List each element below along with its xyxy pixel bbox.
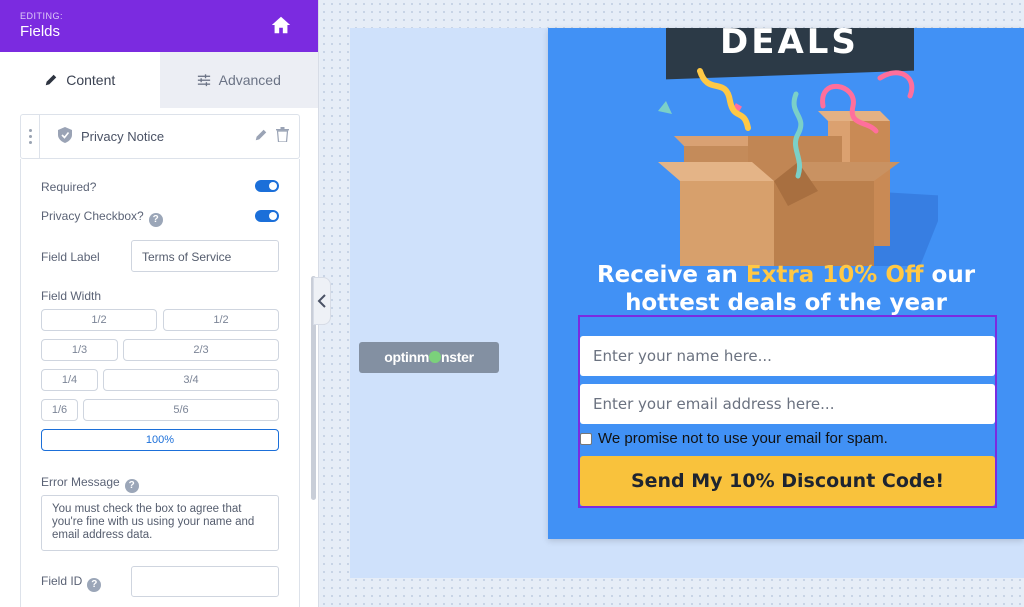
logo-text-right: nster [441,349,474,365]
headline-suffix: our [923,262,976,288]
field-label-input[interactable]: Terms of Service [131,240,279,272]
width-option-1-2-b[interactable]: 1/2 [163,309,279,331]
width-option-2-3[interactable]: 2/3 [123,339,279,361]
pencil-icon [45,74,57,86]
privacy-checkbox[interactable] [580,433,592,445]
field-label-label: Field Label [41,250,100,264]
help-icon[interactable]: ? [148,213,163,227]
tab-content-label: Content [66,72,116,88]
width-option-5-6[interactable]: 5/6 [83,399,279,421]
editing-label: EDITING: [20,11,64,21]
tab-bar: Content Advanced [0,52,318,108]
panel-header: EDITING: Fields [0,0,318,52]
sliders-icon [197,74,210,87]
field-name: Privacy Notice [81,129,165,144]
drag-handle-icon[interactable] [21,115,40,158]
error-message-text: Error Message [41,475,120,489]
submit-button[interactable]: Send My 10% Discount Code! [580,456,995,506]
optinmonster-logo: optinm nster [359,342,499,373]
width-option-1-4[interactable]: 1/4 [41,369,98,391]
chevron-left-icon [317,294,326,308]
help-icon[interactable]: ? [124,479,139,493]
privacy-checkbox-toggle[interactable] [255,210,279,222]
email-input[interactable]: Enter your email address here... [580,384,995,424]
headline-line2: hottest deals of the year [625,290,947,316]
width-option-100[interactable]: 100% [41,429,279,451]
width-option-3-4[interactable]: 3/4 [103,369,279,391]
error-message-textarea[interactable]: You must check the box to agree that you… [41,495,279,551]
privacy-checkbox-label: Privacy Checkbox?? [41,209,163,227]
required-toggle[interactable] [255,180,279,192]
edit-icon[interactable] [254,128,268,142]
privacy-checkbox-label: We promise not to use your email for spa… [598,430,888,447]
logo-text-left: optinm [384,349,430,365]
error-message-label: Error Message? [41,475,139,493]
editor-sidebar: EDITING: Fields Content Advanced Privacy… [0,0,319,607]
tab-content[interactable]: Content [0,52,160,108]
headline-prefix: Receive an [596,262,746,288]
field-width-label: Field Width [41,289,102,303]
monster-eye-icon [429,351,442,363]
shield-icon [58,127,72,143]
headline-accent: Extra 10% Off [745,262,924,288]
gift-boxes-illustration [658,68,938,266]
tab-advanced-label: Advanced [218,72,281,88]
field-id-label: Field ID? [41,574,102,592]
field-card-privacy-notice[interactable]: Privacy Notice [20,114,300,159]
home-icon[interactable] [270,14,292,36]
required-label: Required? [41,180,97,194]
privacy-checkbox-text: Privacy Checkbox? [41,209,144,223]
width-option-1-6[interactable]: 1/6 [41,399,78,421]
name-input[interactable]: Enter your name here... [580,336,995,376]
deals-banner-text: DEALS [720,28,859,62]
headline-line1: Receive an Extra 10% Off our [548,262,1024,288]
field-id-input[interactable] [131,566,279,597]
collapse-sidebar-button[interactable] [313,277,331,325]
help-icon[interactable]: ? [87,578,102,592]
tab-advanced[interactable]: Advanced [159,52,318,108]
field-id-text: Field ID [41,574,83,588]
width-option-1-2-a[interactable]: 1/2 [41,309,157,331]
trash-icon[interactable] [276,127,289,142]
field-options: Required? Privacy Checkbox?? Field Label… [20,159,300,607]
width-option-1-3[interactable]: 1/3 [41,339,118,361]
panel-title: Fields [20,23,61,40]
